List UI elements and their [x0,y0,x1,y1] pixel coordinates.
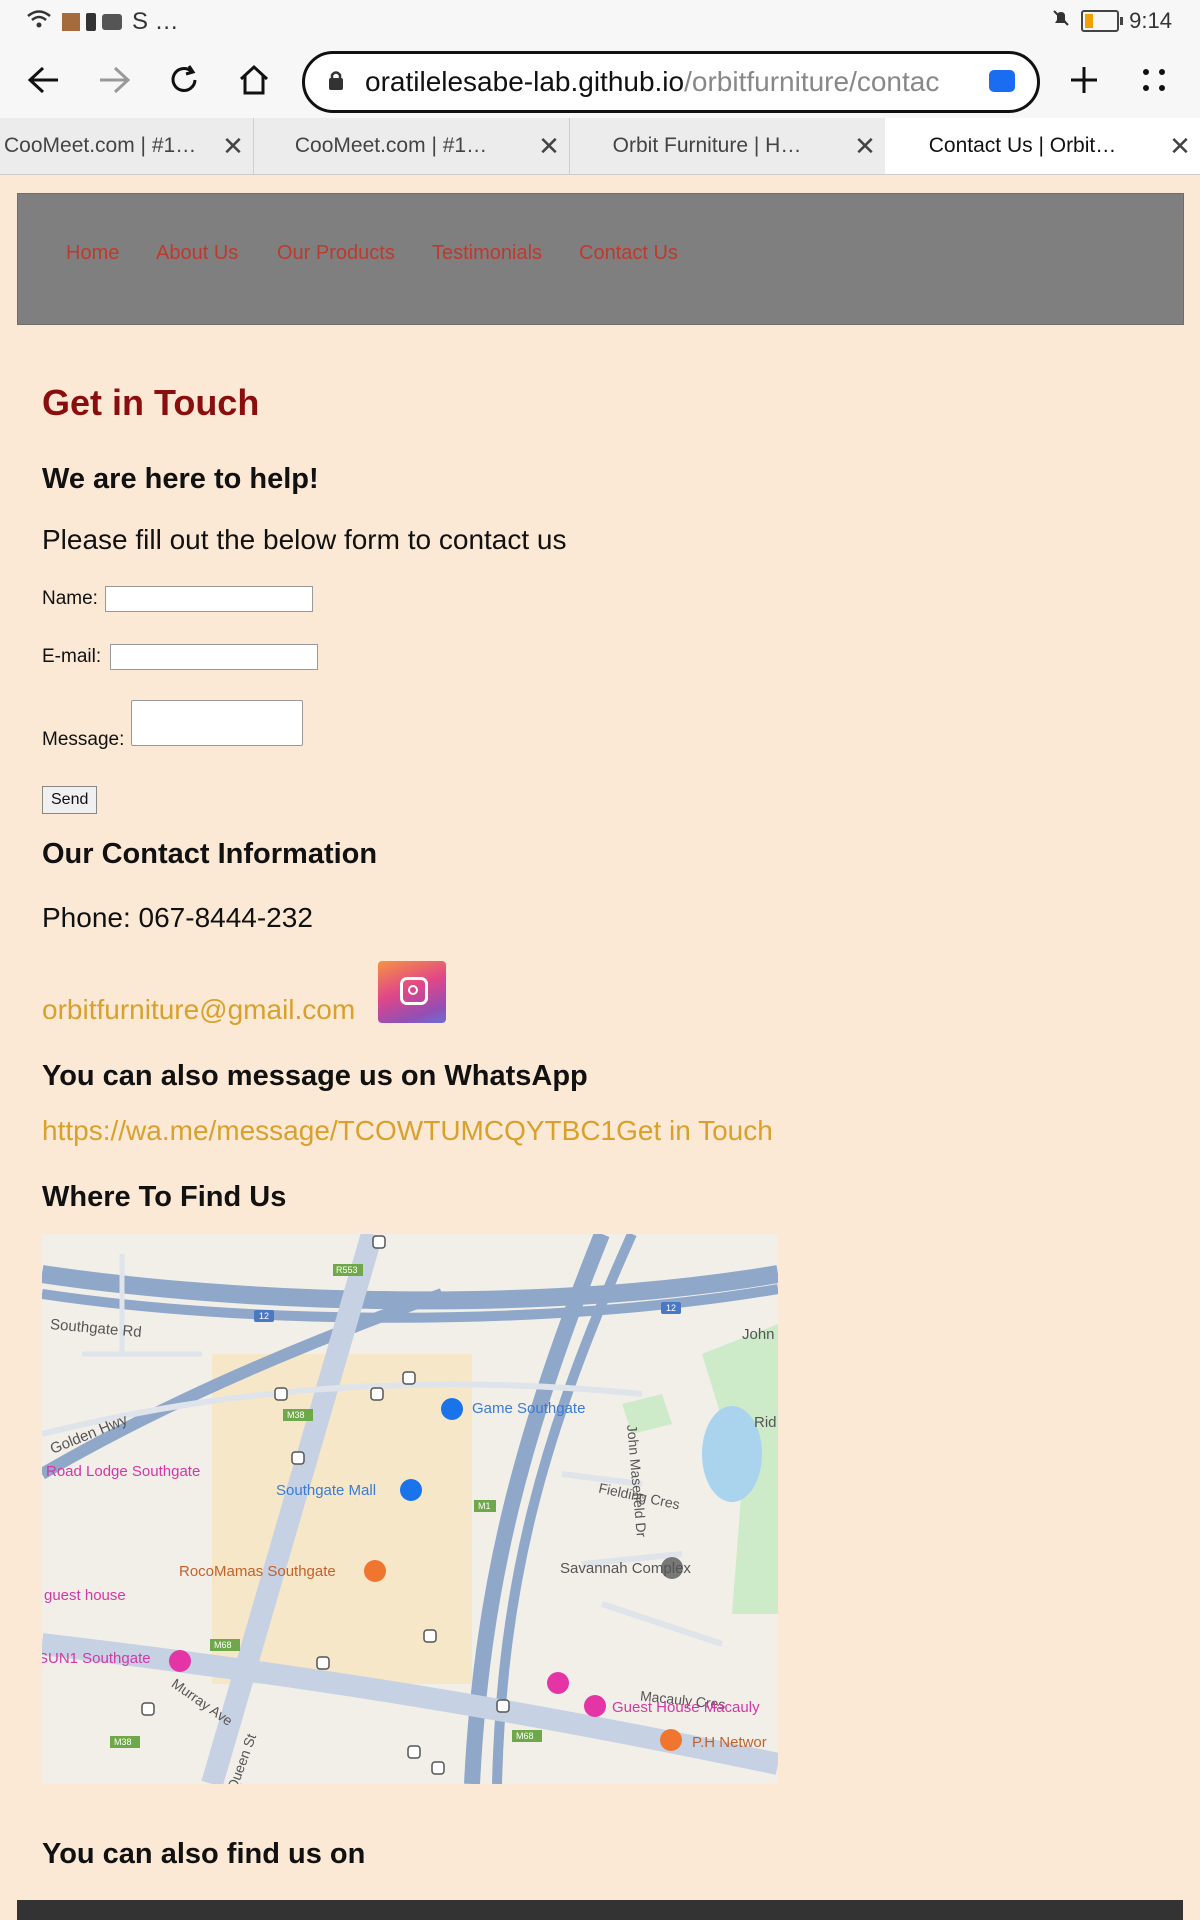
close-icon[interactable]: ✕ [529,131,569,162]
whatsapp-link[interactable]: https://wa.me/message/TCOWTUMCQYTBC1Get … [42,1115,773,1147]
map-road-badge: M1 [478,1501,491,1511]
wifi-icon [26,8,52,36]
site-nav: Home About Us Our Products Testimonials … [17,193,1184,325]
close-icon[interactable]: ✕ [213,131,253,162]
name-field[interactable] [105,586,313,612]
map-label: SUN1 Southgate [42,1650,151,1667]
contact-info-heading: Our Contact Information [42,838,378,870]
tab-strip: CooMeet.com | #1… ✕ CooMeet.com | #1… ✕ … [0,118,1200,175]
map-label: RocoMamas Southgate [179,1563,336,1580]
instagram-icon[interactable] [378,961,446,1023]
map-label: John [742,1326,775,1343]
also-find-heading: You can also find us on [42,1838,366,1870]
map-road-badge: M68 [214,1640,232,1650]
message-textarea[interactable] [131,700,303,746]
address-bar[interactable]: oratilelesabe-lab.github.io/orbitfurnitu… [302,51,1040,113]
tab-label: CooMeet.com | #1… [294,134,488,157]
tab-coomeet-1[interactable]: CooMeet.com | #1… ✕ [0,118,254,174]
mute-icon [1051,8,1071,34]
map-road-badge: M68 [516,1731,534,1741]
page-title: Get in Touch [42,382,260,423]
tab-label: CooMeet.com | #1… [4,134,197,157]
email-field[interactable] [110,644,318,670]
home-icon[interactable] [230,56,278,104]
tab-coomeet-2[interactable]: CooMeet.com | #1… ✕ [253,118,570,174]
map-road-badge: M38 [287,1410,305,1420]
forward-icon[interactable] [90,56,138,104]
nav-testimonials[interactable]: Testimonials [432,242,542,265]
tab-label: Contact Us | Orbit… [928,134,1117,157]
url-text: oratilelesabe-lab.github.io/orbitfurnitu… [365,66,965,98]
menu-icon[interactable] [1130,56,1178,104]
nav-our-products[interactable]: Our Products [277,242,395,265]
url-host: oratilelesabe-lab.github.io [365,66,685,97]
map-label: Guest House Macauly [612,1699,760,1716]
lock-icon [327,69,345,96]
browser-toolbar: oratilelesabe-lab.github.io/orbitfurnitu… [0,42,1200,118]
find-us-heading: Where To Find Us [42,1181,287,1213]
whatsapp-heading: You can also message us on WhatsApp [42,1060,588,1092]
message-label: Message: [42,729,125,750]
close-icon[interactable]: ✕ [1160,131,1200,162]
name-label: Name: [42,588,98,609]
location-map[interactable]: Southgate Rd Golden Hwy Road Lodge South… [42,1234,778,1784]
tab-contact-us[interactable]: Contact Us | Orbit… ✕ [885,118,1200,174]
map-road-badge: R553 [336,1265,358,1275]
back-icon[interactable] [20,56,68,104]
url-path: /orbitfurniture/contac [684,66,940,97]
map-road-badge: 12 [666,1303,677,1313]
email-label: E-mail: [42,646,102,667]
status-bar: S … 9:14 [0,0,1200,42]
map-label: Road Lodge Southgate [46,1463,201,1480]
new-tab-icon[interactable] [1060,56,1108,104]
email-link[interactable]: orbitfurniture@gmail.com [42,994,355,1026]
map-label: Rid [754,1414,777,1431]
map-label: guest house [44,1587,126,1604]
status-time: 9:14 [1129,8,1172,33]
map-road-badge: 12 [259,1311,270,1321]
close-icon[interactable]: ✕ [845,131,885,162]
nav-about-us[interactable]: About Us [156,242,238,265]
map-label: P.H Networ [692,1734,767,1751]
footer-bar [17,1900,1183,1920]
phone-number: Phone: 067-8444-232 [42,902,313,933]
map-label: Game Southgate [472,1400,586,1417]
send-button[interactable]: Send [42,786,98,814]
tab-label: Orbit Furniture | H… [612,134,802,157]
help-heading: We are here to help! [42,463,319,495]
map-road-badge: M38 [114,1737,132,1747]
battery-icon [1081,10,1124,32]
tab-orbit-home[interactable]: Orbit Furniture | H… ✕ [569,118,886,174]
nav-contact-us[interactable]: Contact Us [579,242,678,265]
nav-home[interactable]: Home [66,242,119,265]
map-label: Savannah Complex [560,1560,691,1577]
cast-icon[interactable] [989,70,1015,92]
reload-icon[interactable] [160,56,208,104]
status-app-text: S … [132,8,179,35]
form-intro: Please fill out the below form to contac… [42,524,567,555]
notification-icons [62,13,122,31]
map-label: Southgate Mall [276,1482,377,1499]
